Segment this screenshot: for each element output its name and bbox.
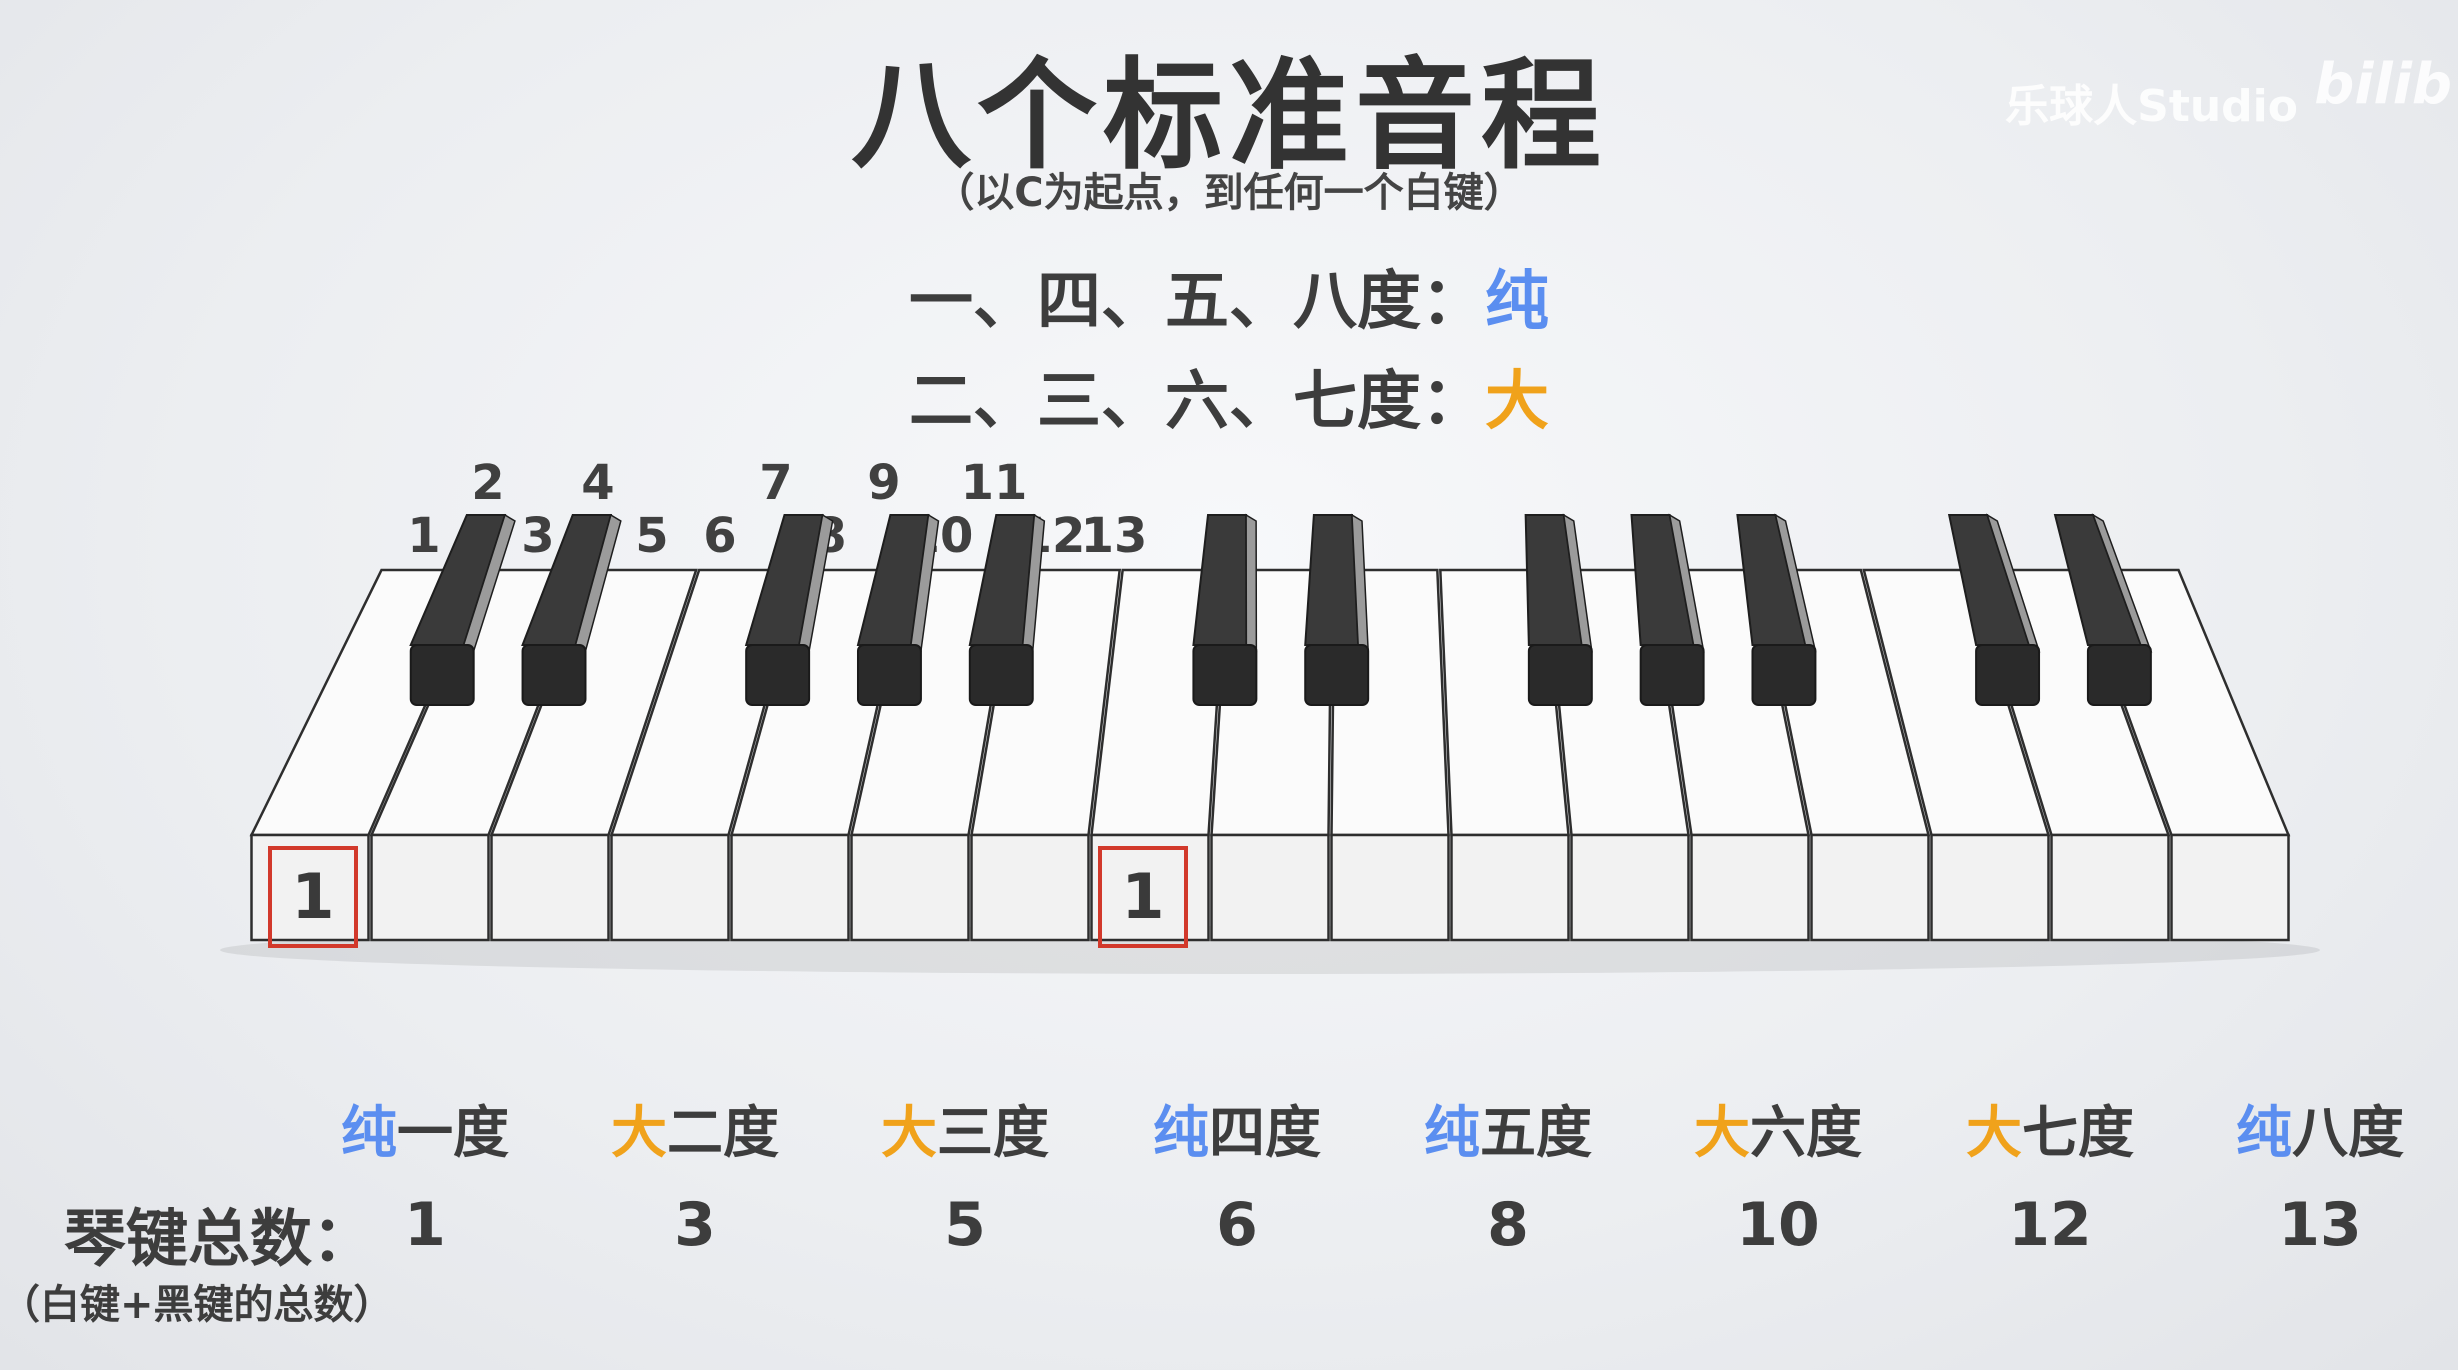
interval-quality: 大: [1694, 1101, 1750, 1166]
black-key-front: [1975, 644, 2041, 706]
interval-degree: 六度: [1750, 1101, 1862, 1166]
interval-degree: 八度: [2292, 1101, 2404, 1166]
interval-name-3: 大三度: [835, 1088, 1095, 1169]
interval-degree: 五度: [1480, 1101, 1592, 1166]
white-key-front: [1330, 833, 1450, 942]
black-key-front: [2086, 644, 2152, 706]
interval-quality: 纯: [1424, 1101, 1480, 1166]
white-key-front: [490, 833, 610, 942]
black-key: [1304, 514, 1360, 646]
white-key-front: [2170, 833, 2290, 942]
interval-degree: 七度: [2022, 1101, 2134, 1166]
white-key-front: [850, 833, 970, 942]
interval-quality: 大: [1966, 1101, 2022, 1166]
white-key-front: [1930, 833, 2050, 942]
interval-quality: 纯: [1153, 1101, 1209, 1166]
black-key-side: [1245, 513, 1258, 653]
interval-name-2: 大二度: [565, 1088, 825, 1169]
white-key-front: [1810, 833, 1930, 942]
black-key-front: [1639, 644, 1705, 706]
interval-name-5: 纯五度: [1378, 1088, 1638, 1169]
key-count-note: （白键+黑键的总数）: [0, 1282, 394, 1328]
interval-quality: 纯: [341, 1101, 397, 1166]
interval-name-7: 大七度: [1920, 1088, 2180, 1169]
key-count-8: 13: [2278, 1190, 2362, 1260]
black-key-front: [1304, 644, 1370, 706]
interval-quality: 大: [611, 1101, 667, 1166]
white-key-front: [610, 833, 730, 942]
white-key-front: [1690, 833, 1810, 942]
black-key-front: [1751, 644, 1817, 706]
black-key: [1192, 514, 1248, 646]
black-key-front: [856, 644, 922, 706]
interval-degree: 二度: [667, 1101, 779, 1166]
key-count-5: 8: [1487, 1190, 1529, 1260]
white-key-front: [970, 833, 1090, 942]
black-key-front: [1527, 644, 1593, 706]
highlight-label-2: 1: [1121, 860, 1164, 933]
interval-degree: 三度: [937, 1101, 1049, 1166]
white-key-front: [1570, 833, 1690, 942]
white-key-front: [370, 833, 490, 942]
key-count-6: 10: [1736, 1190, 1820, 1260]
interval-quality: 大: [881, 1101, 937, 1166]
black-key-front: [745, 644, 811, 706]
white-key-front: [1450, 833, 1570, 942]
highlight-label-1: 1: [291, 860, 334, 933]
interval-name-1: 纯一度: [295, 1088, 555, 1169]
black-key-front: [1192, 644, 1258, 706]
interval-quality: 纯: [2236, 1101, 2292, 1166]
interval-name-6: 大六度: [1648, 1088, 1908, 1169]
white-key-front: [730, 833, 850, 942]
white-key-front: [1210, 833, 1330, 942]
key-count-3: 5: [944, 1190, 986, 1260]
key-count-1: 1: [404, 1190, 446, 1260]
interval-degree: 四度: [1209, 1101, 1321, 1166]
key-count-7: 12: [2008, 1190, 2092, 1260]
black-key-front: [409, 644, 475, 706]
black-key-front: [521, 644, 587, 706]
white-key-front: [2050, 833, 2170, 942]
key-count-2: 3: [674, 1190, 716, 1260]
interval-name-4: 纯四度: [1107, 1088, 1367, 1169]
interval-degree: 一度: [397, 1101, 509, 1166]
black-key-front: [968, 644, 1034, 706]
key-count-4: 6: [1216, 1190, 1258, 1260]
interval-name-8: 纯八度: [2190, 1088, 2450, 1169]
